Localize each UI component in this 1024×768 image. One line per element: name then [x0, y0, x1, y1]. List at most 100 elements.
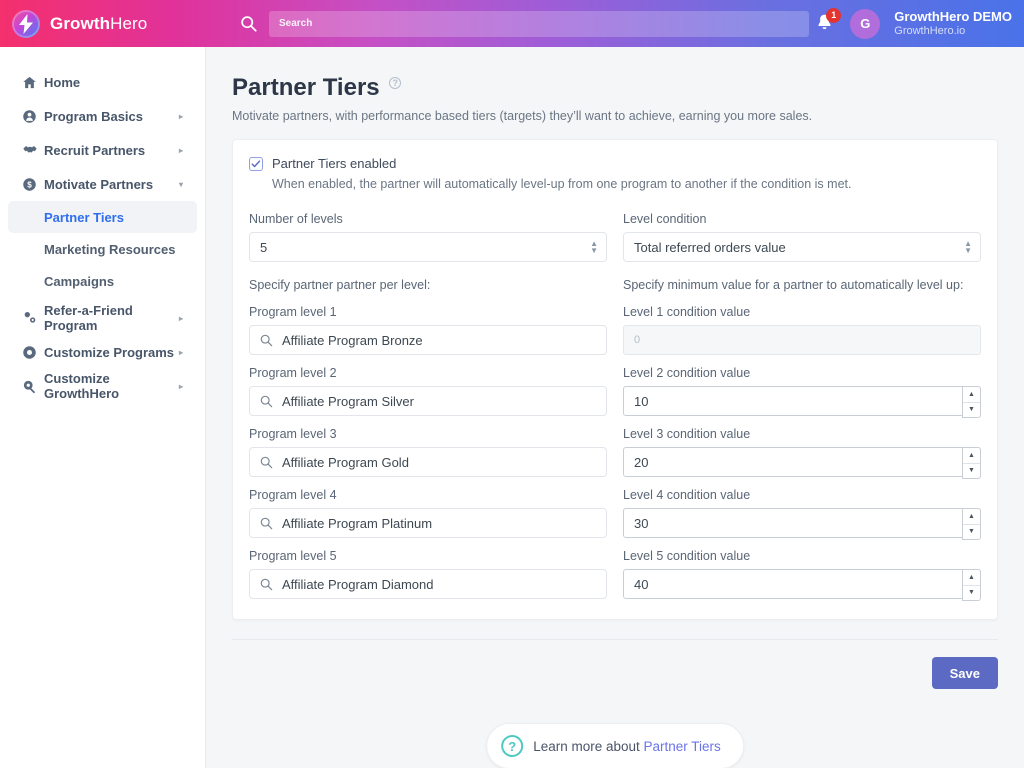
number-of-levels-select[interactable]: 5 ▲ ▼ — [249, 232, 607, 262]
number-stepper[interactable]: ▲ ▼ — [962, 569, 981, 601]
sidebar-item-label: Home — [44, 74, 81, 90]
program-level-label: Program level 3 — [249, 427, 337, 441]
level-2-condition-field: Level 2 condition value 10 ▲ ▼ — [623, 366, 981, 418]
levels-grid: Program level 1 Affiliate Program Bronze… — [249, 305, 981, 601]
number-stepper[interactable]: ▲ ▼ — [962, 386, 981, 418]
program-level-input[interactable]: Affiliate Program Platinum — [249, 508, 607, 538]
condition-value-label: Level 4 condition value — [623, 488, 751, 502]
account-domain: GrowthHero.io — [894, 25, 966, 37]
number-stepper[interactable]: ▲ ▼ — [962, 508, 981, 540]
program-level-label: Program level 4 — [249, 488, 337, 502]
sidebar-item-customize-growthhero[interactable]: Customize GrowthHero ▸ — [8, 369, 197, 403]
learn-more-pill[interactable]: ? Learn more about Partner Tiers — [486, 723, 744, 768]
program-level-input[interactable]: Affiliate Program Diamond — [249, 569, 607, 599]
main-content: Partner Tiers ? Motivate partners, with … — [206, 47, 1024, 768]
left-column-hint: Specify partner partner per level: — [249, 278, 431, 292]
growthhero-logo-icon — [12, 9, 40, 38]
sidebar-item-marketing-resources[interactable]: Marketing Resources — [8, 233, 197, 265]
program-level-input[interactable]: Affiliate Program Bronze — [249, 325, 607, 355]
search-icon — [260, 578, 273, 594]
brand-name-light: Hero — [110, 13, 148, 33]
stepper-up-icon[interactable]: ▲ — [963, 448, 980, 464]
sidebar-item-refer-a-friend-program[interactable]: Refer-a-Friend Program ▸ — [8, 301, 197, 335]
chevron-right-icon: ▸ — [178, 313, 183, 323]
brand-name: GrowthHero — [50, 14, 147, 34]
partner-tiers-enabled-label: Partner Tiers enabled — [272, 156, 397, 171]
program-level-label: Program level 2 — [249, 366, 337, 380]
level-1-condition-input: 0 — [623, 325, 981, 355]
program-levels-column: Program level 1 Affiliate Program Bronze… — [249, 305, 607, 599]
sidebar: Home Program Basics ▸ Recruit Partners ▸… — [0, 47, 206, 768]
level-3-condition-field: Level 3 condition value 20 ▲ ▼ — [623, 427, 981, 479]
condition-value: 40 — [634, 576, 649, 592]
program-level-value: Affiliate Program Gold — [282, 454, 409, 470]
sidebar-item-home[interactable]: Home — [8, 65, 197, 99]
search-icon[interactable] — [240, 15, 257, 32]
condition-value-label: Level 2 condition value — [623, 366, 751, 380]
search-input[interactable] — [269, 10, 809, 37]
level-5-condition-input[interactable]: 40 ▲ ▼ — [623, 569, 981, 601]
number-of-levels-value: 5 — [260, 239, 268, 255]
chevron-right-icon: ▸ — [178, 111, 183, 121]
divider — [232, 639, 998, 640]
sidebar-item-program-basics[interactable]: Program Basics ▸ — [8, 99, 197, 133]
sidebar-item-motivate-partners[interactable]: $ Motivate Partners ▾ — [8, 167, 197, 201]
question-circle-icon: ? — [501, 735, 524, 757]
topbar-right-cluster: 1 G GrowthHero DEMO GrowthHero.io — [812, 7, 1024, 39]
stepper-up-icon[interactable]: ▲ — [963, 570, 980, 586]
program-level-3-field: Program level 3 Affiliate Program Gold — [249, 427, 607, 477]
stepper-up-icon[interactable]: ▲ — [963, 387, 980, 403]
sidebar-item-campaigns[interactable]: Campaigns — [8, 265, 197, 297]
sidebar-item-label: Refer-a-Friend Program — [44, 303, 133, 333]
avatar[interactable]: G — [850, 8, 881, 39]
search-icon — [260, 395, 273, 411]
condition-value: 30 — [634, 515, 649, 531]
condition-value-label: Level 1 condition value — [623, 305, 751, 319]
sidebar-item-customize-programs[interactable]: Customize Programs ▸ — [8, 335, 197, 369]
stepper-down-icon[interactable]: ▼ — [963, 403, 980, 418]
condition-value: 20 — [634, 454, 649, 470]
program-level-value: Affiliate Program Diamond — [282, 576, 434, 592]
sidebar-item-label: Recruit Partners — [44, 142, 146, 158]
account-info[interactable]: GrowthHero DEMO GrowthHero.io — [894, 9, 1012, 38]
save-button[interactable]: Save — [931, 657, 998, 689]
search-icon — [260, 517, 273, 533]
spinner-arrows-icon: ▲ ▼ — [964, 239, 972, 255]
chevron-down-icon: ▾ — [178, 179, 183, 189]
learn-more-link[interactable]: Partner Tiers — [644, 739, 721, 754]
program-level-value: Affiliate Program Platinum — [282, 515, 433, 531]
page-description: Motivate partners, with performance base… — [232, 109, 813, 123]
dollar-circle-icon: $ — [22, 177, 44, 192]
condition-value-label: Level 3 condition value — [623, 427, 751, 441]
home-icon — [22, 75, 44, 90]
level-4-condition-input[interactable]: 30 ▲ ▼ — [623, 508, 981, 540]
sidebar-item-partner-tiers[interactable]: Partner Tiers — [8, 201, 197, 233]
condition-value-placeholder: 0 — [634, 334, 641, 346]
level-condition-group: Level condition Total referred orders va… — [623, 212, 981, 292]
stepper-down-icon[interactable]: ▼ — [963, 525, 980, 540]
level-2-condition-input[interactable]: 10 ▲ ▼ — [623, 386, 981, 418]
number-stepper[interactable]: ▲ ▼ — [962, 447, 981, 479]
condition-values-column: Level 1 condition value 0 Level 2 condit… — [623, 305, 981, 601]
program-level-value: Affiliate Program Silver — [282, 393, 414, 409]
partner-tiers-enabled-checkbox[interactable] — [249, 157, 263, 171]
stepper-down-icon[interactable]: ▼ — [963, 586, 980, 601]
svg-text:$: $ — [27, 180, 32, 189]
program-level-input[interactable]: Affiliate Program Gold — [249, 447, 607, 477]
level-3-condition-input[interactable]: 20 ▲ ▼ — [623, 447, 981, 479]
stepper-up-icon[interactable]: ▲ — [963, 509, 980, 525]
level-condition-label: Level condition — [623, 212, 707, 226]
program-level-2-field: Program level 2 Affiliate Program Silver — [249, 366, 607, 416]
stepper-down-icon[interactable]: ▼ — [963, 464, 980, 479]
partner-tiers-enabled-row[interactable]: Partner Tiers enabled — [249, 156, 981, 171]
notifications-button[interactable]: 1 — [812, 7, 842, 37]
sidebar-item-recruit-partners[interactable]: Recruit Partners ▸ — [8, 133, 197, 167]
global-search-area — [206, 10, 812, 37]
program-level-input[interactable]: Affiliate Program Silver — [249, 386, 607, 416]
help-circle-icon[interactable]: ? — [389, 77, 402, 90]
handshake-icon — [22, 142, 44, 158]
person-circle-icon — [22, 109, 44, 124]
top-fields-grid: Number of levels 5 ▲ ▼ Specify partner pa… — [249, 212, 981, 292]
brand-logo-area[interactable]: GrowthHero — [0, 9, 206, 38]
level-condition-select[interactable]: Total referred orders value ▲ ▼ — [623, 232, 981, 262]
